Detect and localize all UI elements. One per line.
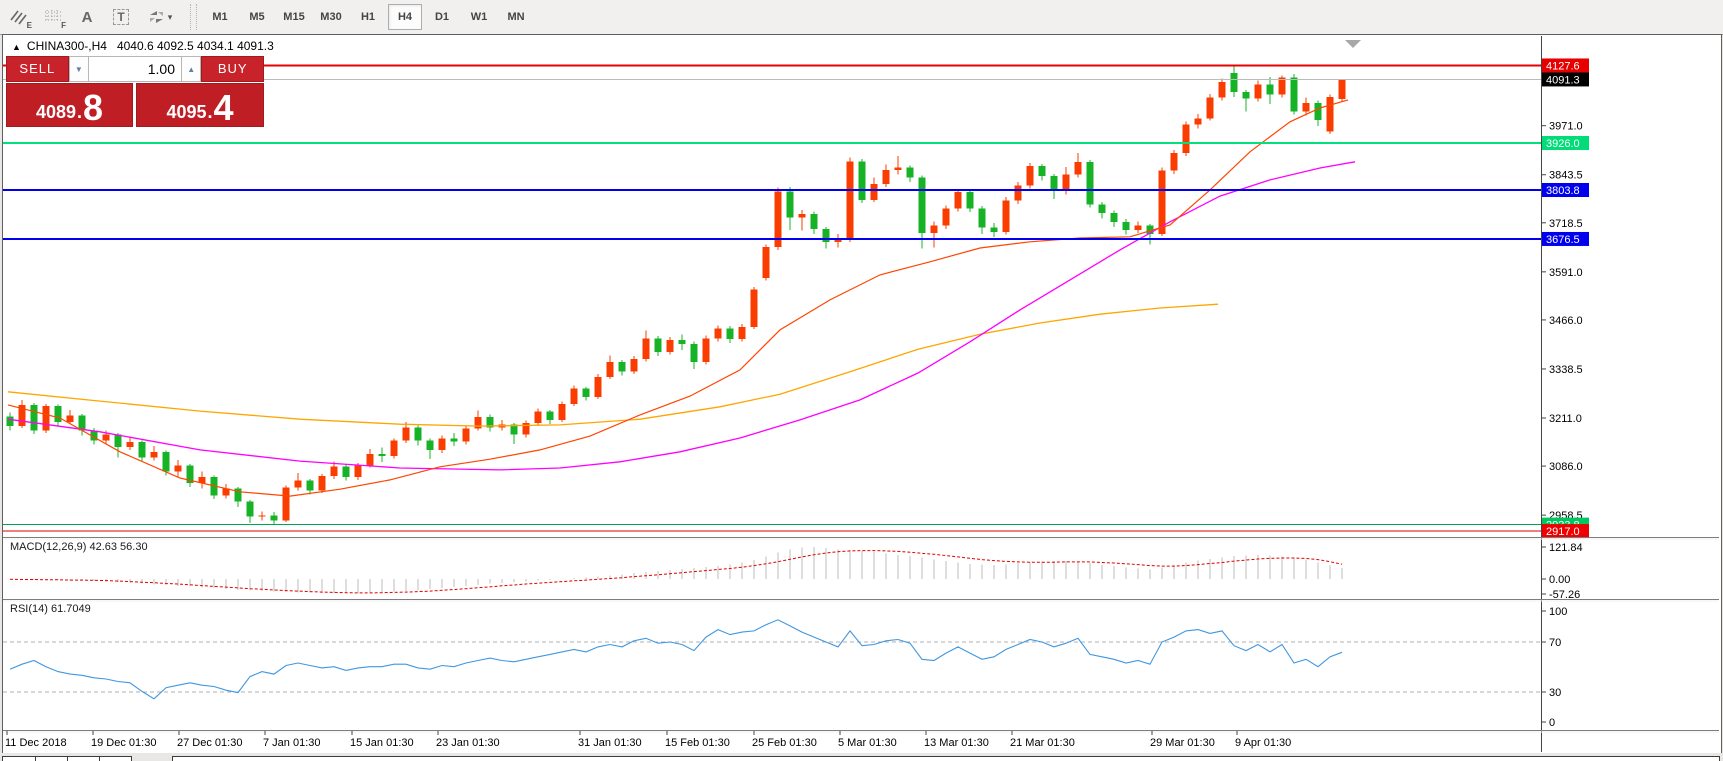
collapse-triangle-icon[interactable]: ▲ xyxy=(12,42,21,52)
rsi-indicator-label: RSI(14) 61.7049 xyxy=(10,603,91,615)
tab-divider xyxy=(67,757,68,761)
text-icon[interactable]: T xyxy=(106,4,136,30)
tf-button-h4[interactable]: H4 xyxy=(388,4,422,30)
sell-button[interactable]: SELL xyxy=(6,56,69,82)
bottom-panel-edge[interactable] xyxy=(172,756,1720,761)
buy-price-box[interactable]: 4095. 4 xyxy=(136,83,264,127)
tf-button-w1[interactable]: W1 xyxy=(462,4,496,30)
indicators-icon[interactable]: E xyxy=(4,4,34,30)
buy-price-dot: . xyxy=(207,102,213,122)
timeframe-button-group: M1 M5 M15 M30 H1 H4 D1 W1 MN xyxy=(203,0,536,34)
sell-price-big-digit: 8 xyxy=(83,87,104,128)
text-icon-letter: T xyxy=(113,9,129,25)
grid-icon-glyph xyxy=(45,10,61,22)
tf-button-mn[interactable]: MN xyxy=(499,4,533,30)
macd-indicator-label: MACD(12,26,9) 42.63 56.30 xyxy=(10,541,148,553)
sell-price-main: 4089 xyxy=(35,102,76,122)
chart-ohlc-values: 4040.6 4092.5 4034.1 4091.3 xyxy=(116,39,274,53)
tf-button-m5[interactable]: M5 xyxy=(240,4,274,30)
tf-button-m30[interactable]: M30 xyxy=(314,4,348,30)
tf-button-m1[interactable]: M1 xyxy=(203,4,237,30)
toolbar-separator xyxy=(190,4,197,30)
symbols-cycle-icon[interactable]: ▾ xyxy=(140,4,180,30)
dropdown-caret-icon[interactable]: ▾ xyxy=(168,12,173,23)
label-icon[interactable]: A xyxy=(72,4,102,30)
buy-button[interactable]: BUY xyxy=(201,56,264,82)
tab-divider xyxy=(35,757,36,761)
bottom-tab-group[interactable] xyxy=(2,756,132,761)
buy-price-main: 4095 xyxy=(166,102,207,122)
symbols-cycle-icon-glyph xyxy=(149,11,163,23)
grid-icon-letter: F xyxy=(61,21,66,30)
tab-divider xyxy=(99,757,100,761)
sell-price-box[interactable]: 4089. 8 xyxy=(6,83,133,127)
tf-button-h1[interactable]: H1 xyxy=(351,4,385,30)
trade-panel-controls: SELL ▼ ▲ BUY xyxy=(6,56,264,82)
tf-button-m15[interactable]: M15 xyxy=(277,4,311,30)
tf-button-d1[interactable]: D1 xyxy=(425,4,459,30)
chart-title: ▲ CHINA300-,H4 4040.6 4092.5 4034.1 4091.3 xyxy=(12,39,274,53)
mt4-application: E F A T ▾ M1 M5 M15 M30 H1 H4 D1 W1 MN ▲… xyxy=(0,0,1723,761)
indicators-icon-letter: E xyxy=(26,21,32,30)
toolbar: E F A T ▾ M1 M5 M15 M30 H1 H4 D1 W1 MN xyxy=(0,0,1723,35)
sell-price-dot: . xyxy=(77,102,83,122)
bottom-window-strip xyxy=(0,753,1723,761)
volume-input[interactable] xyxy=(89,56,181,82)
chart-window[interactable] xyxy=(2,34,1722,755)
volume-increase-button[interactable]: ▲ xyxy=(181,56,202,82)
one-click-trading-panel: SELL ▼ ▲ BUY 4089.8 4095.4 xyxy=(6,56,264,127)
volume-decrease-button[interactable]: ▼ xyxy=(68,56,89,82)
trade-panel-prices: 4089. 8 4095. 4 xyxy=(6,83,264,127)
label-icon-letter: A xyxy=(81,8,93,26)
buy-price-big-digit: 4 xyxy=(213,87,234,128)
chart-symbol-period: CHINA300-,H4 xyxy=(26,39,107,53)
grid-icon[interactable]: F xyxy=(38,4,68,30)
